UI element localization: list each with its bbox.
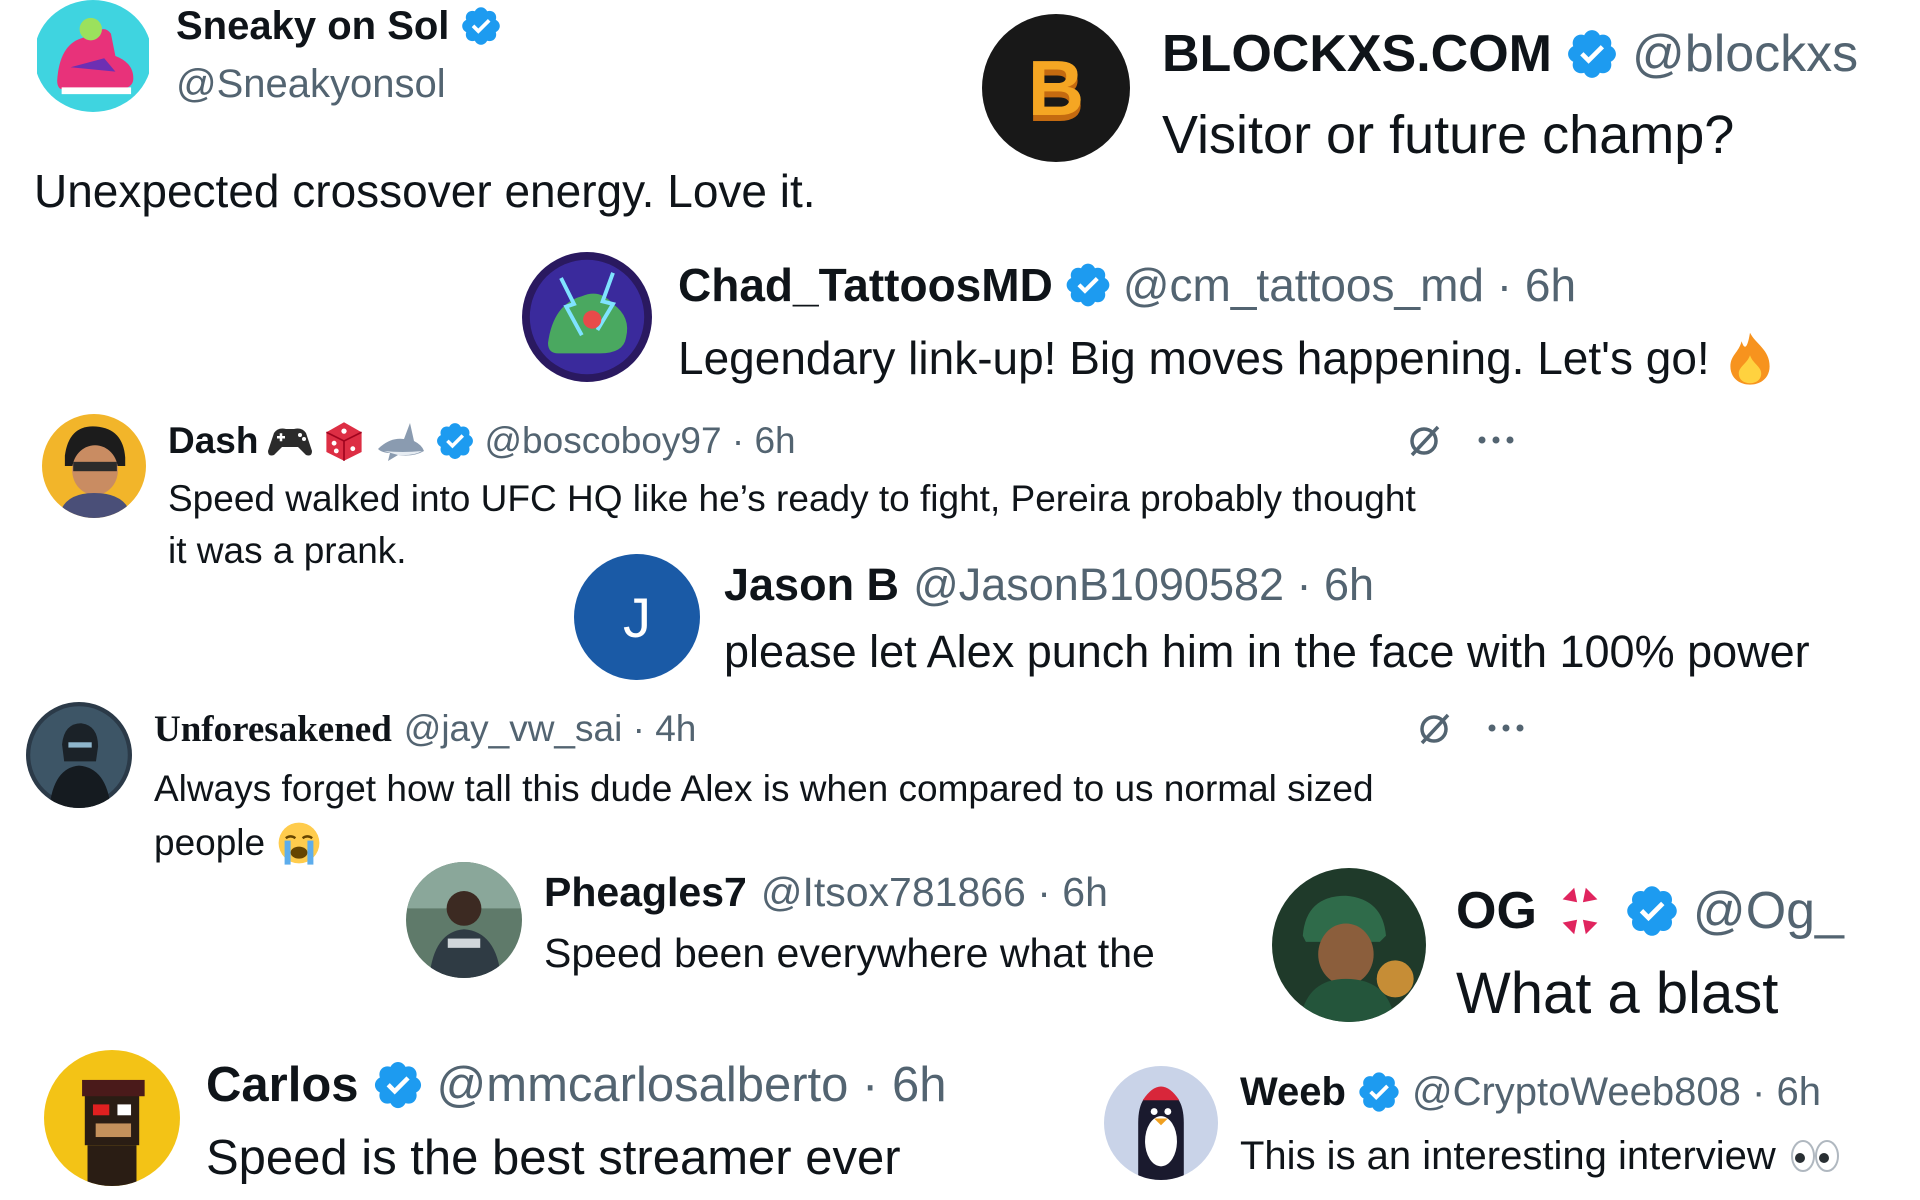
tweet-text: Speed been everywhere what the — [544, 930, 1155, 976]
fire-emoji — [1730, 332, 1770, 385]
avatar[interactable] — [42, 414, 146, 518]
pixel-ape-avatar-icon — [44, 1050, 180, 1186]
tweet-text: Visitor or future champ? — [1162, 105, 1735, 165]
verified-badge-icon — [371, 1058, 425, 1112]
avatar-letter: B — [1027, 43, 1085, 132]
anime-character-avatar-icon — [1272, 868, 1426, 1022]
avatar[interactable] — [26, 702, 132, 808]
tweet-text-line-1: Always forget how tall this dude Alex is… — [154, 768, 1374, 809]
tweet-text-line-1: Speed walked into UFC HQ like he’s ready… — [168, 478, 1416, 519]
avatar[interactable] — [1272, 868, 1426, 1022]
handle[interactable]: @JasonB1090582 · 6h — [913, 559, 1374, 611]
tweet-text-line-2: people — [154, 822, 266, 863]
avatar[interactable]: J — [574, 554, 700, 680]
handle[interactable]: @cm_tattoos_md · 6h — [1123, 258, 1576, 312]
handle[interactable]: @CryptoWeeb808 · 6h — [1412, 1070, 1821, 1115]
avatar[interactable] — [34, 0, 152, 112]
gamepad-emoji — [268, 428, 313, 456]
shark-emoji — [378, 423, 425, 461]
handle[interactable]: @Sneakyonsol — [176, 62, 446, 107]
sneaker-avatar-icon — [37, 0, 149, 112]
display-name[interactable]: Carlos — [206, 1057, 359, 1113]
eyes-emoji — [1790, 1140, 1839, 1172]
display-name[interactable]: OG — [1456, 881, 1537, 941]
avatar[interactable] — [522, 252, 652, 382]
handle[interactable]: @jay_vw_sai · 4h — [404, 708, 697, 750]
avatar[interactable] — [44, 1050, 180, 1186]
handle[interactable]: @blockxs — [1632, 24, 1858, 84]
display-name[interactable]: Chad_TattoosMD — [678, 258, 1053, 312]
display-name[interactable]: Pheagles7 — [544, 869, 747, 916]
verified-badge-icon — [434, 420, 476, 462]
anger-emoji — [1562, 887, 1598, 935]
handle[interactable]: @boscoboy97 · 6h — [484, 420, 795, 462]
tweet-text: Legendary link-up! Big moves happening. … — [678, 332, 1710, 384]
verified-badge-icon — [1063, 260, 1113, 310]
display-name[interactable]: Weeb — [1240, 1070, 1346, 1115]
display-name[interactable]: Sneaky on Sol — [176, 4, 449, 49]
display-name[interactable]: Unforesakened — [154, 708, 392, 751]
dice-emoji — [326, 422, 363, 461]
display-name[interactable]: Jason B — [724, 559, 899, 611]
handle[interactable]: @Itsox781866 · 6h — [761, 869, 1108, 916]
verified-badge-icon — [459, 4, 503, 48]
grok-icon[interactable] — [1412, 706, 1456, 752]
handle[interactable]: @mmcarlosalberto · 6h — [437, 1057, 947, 1113]
verified-badge-icon — [1564, 26, 1620, 82]
avatar[interactable]: B — [982, 14, 1130, 162]
photo-avatar-icon — [406, 862, 522, 978]
tweet-text-line-2: it was a prank. — [168, 530, 407, 571]
tweet-text: What a blast — [1456, 961, 1779, 1026]
tweet-text: Speed is the best streamer ever — [206, 1131, 901, 1185]
tweet-text: This is an interesting interview — [1240, 1133, 1776, 1178]
penguin-avatar-icon — [1104, 1066, 1218, 1180]
anime-avatar-icon — [42, 414, 146, 518]
verified-badge-icon — [1623, 882, 1681, 940]
crying-emoji — [278, 822, 320, 865]
knight-avatar-icon — [26, 702, 132, 808]
grok-icon[interactable] — [1402, 418, 1446, 464]
tweet-text: Unexpected crossover energy. Love it. — [34, 165, 816, 217]
avatar[interactable] — [1104, 1066, 1218, 1180]
electric-sneaker-avatar-icon — [522, 252, 652, 382]
more-icon[interactable] — [1484, 708, 1528, 748]
handle[interactable]: @Og_ — [1693, 881, 1844, 941]
verified-badge-icon — [1356, 1069, 1402, 1115]
avatar-letter: J — [623, 585, 651, 649]
display-name[interactable]: BLOCKXS.COM — [1162, 24, 1552, 84]
tweet-text: please let Alex punch him in the face wi… — [724, 626, 1810, 677]
more-icon[interactable] — [1474, 420, 1518, 460]
avatar[interactable] — [406, 862, 522, 978]
display-name[interactable]: Dash — [168, 420, 258, 462]
